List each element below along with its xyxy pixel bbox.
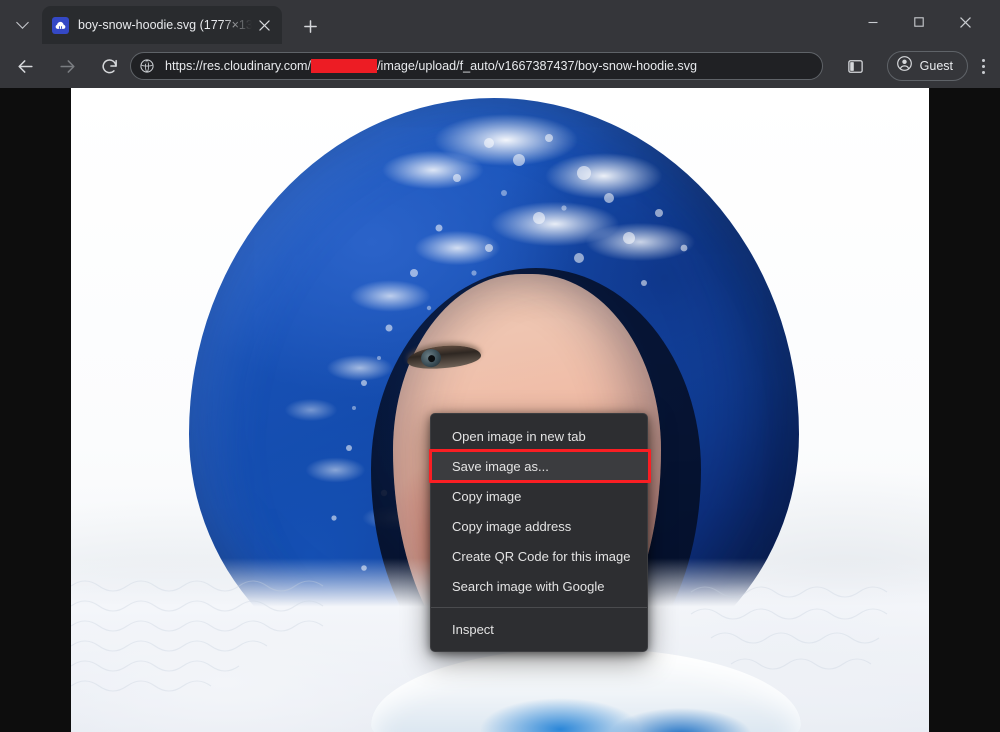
window-minimize-button[interactable]: [850, 0, 896, 44]
menu-separator: [431, 607, 647, 608]
profile-label: Guest: [919, 59, 953, 73]
menu-item-label: Copy image address: [452, 518, 572, 534]
iris: [420, 348, 442, 368]
cloudinary-icon: [52, 16, 69, 34]
menu-item-label: Save image as...: [452, 458, 549, 474]
browser-window: boy-snow-hoodie.svg (1777×13 https://res…: [0, 0, 1000, 732]
url-redaction-box: [311, 59, 378, 73]
window-close-button[interactable]: [942, 0, 988, 44]
kebab-dot: [981, 70, 985, 74]
menu-item-label: Copy image: [452, 488, 522, 504]
menu-item-save-image-as[interactable]: Save image as...: [431, 451, 647, 481]
tab-boy-snow-hoodie[interactable]: boy-snow-hoodie.svg (1777×13: [42, 6, 282, 44]
menu-item-save-image-as-wrapper: Save image as...: [429, 449, 651, 483]
reload-button[interactable]: [93, 50, 125, 82]
tab-title: boy-snow-hoodie.svg (1777×13: [78, 18, 252, 32]
menu-item-create-qr-code[interactable]: Create QR Code for this image: [431, 541, 647, 571]
address-bar-text: https://res.cloudinary.com/ /image/upload…: [165, 59, 697, 73]
menu-item-copy-image-address[interactable]: Copy image address: [431, 511, 647, 541]
menu-item-inspect[interactable]: Inspect: [431, 614, 647, 644]
menu-item-label: Open image in new tab: [452, 428, 586, 444]
address-bar[interactable]: https://res.cloudinary.com/ /image/upload…: [130, 52, 823, 80]
menu-item-open-image-in-new-tab[interactable]: Open image in new tab: [431, 421, 647, 451]
window-maximize-button[interactable]: [896, 0, 942, 44]
url-suffix: /image/upload/f_auto/v1667387437/boy-sno…: [377, 59, 698, 73]
context-menu: Open image in new tab Save image as... C…: [429, 413, 651, 652]
profile-button[interactable]: Guest: [886, 51, 968, 81]
kebab-dot: [981, 58, 985, 62]
pupil: [427, 354, 436, 363]
page-content: Open image in new tab Save image as... C…: [0, 88, 1000, 732]
menu-item-search-image-with-google[interactable]: Search image with Google: [431, 571, 647, 601]
url-prefix: https://res.cloudinary.com/: [165, 59, 312, 73]
account-circle-icon: [896, 55, 913, 77]
new-tab-button[interactable]: [296, 12, 324, 40]
globe-icon: [139, 58, 155, 74]
tab-strip: boy-snow-hoodie.svg (1777×13: [0, 0, 1000, 44]
kebab-dot: [981, 64, 985, 68]
kebab-menu-icon[interactable]: [968, 50, 998, 82]
side-panel-button[interactable]: [839, 50, 871, 82]
browser-toolbar: https://res.cloudinary.com/ /image/upload…: [0, 44, 1000, 88]
menu-item-copy-image[interactable]: Copy image: [431, 481, 647, 511]
forward-button[interactable]: [51, 50, 83, 82]
menu-item-label: Search image with Google: [452, 578, 605, 594]
menu-item-label: Create QR Code for this image: [452, 548, 631, 564]
tab-search-button[interactable]: [6, 6, 38, 38]
menu-item-label: Inspect: [452, 621, 494, 637]
back-button[interactable]: [9, 50, 41, 82]
tab-close-button[interactable]: [254, 15, 274, 35]
chevron-down-icon: [17, 17, 28, 28]
